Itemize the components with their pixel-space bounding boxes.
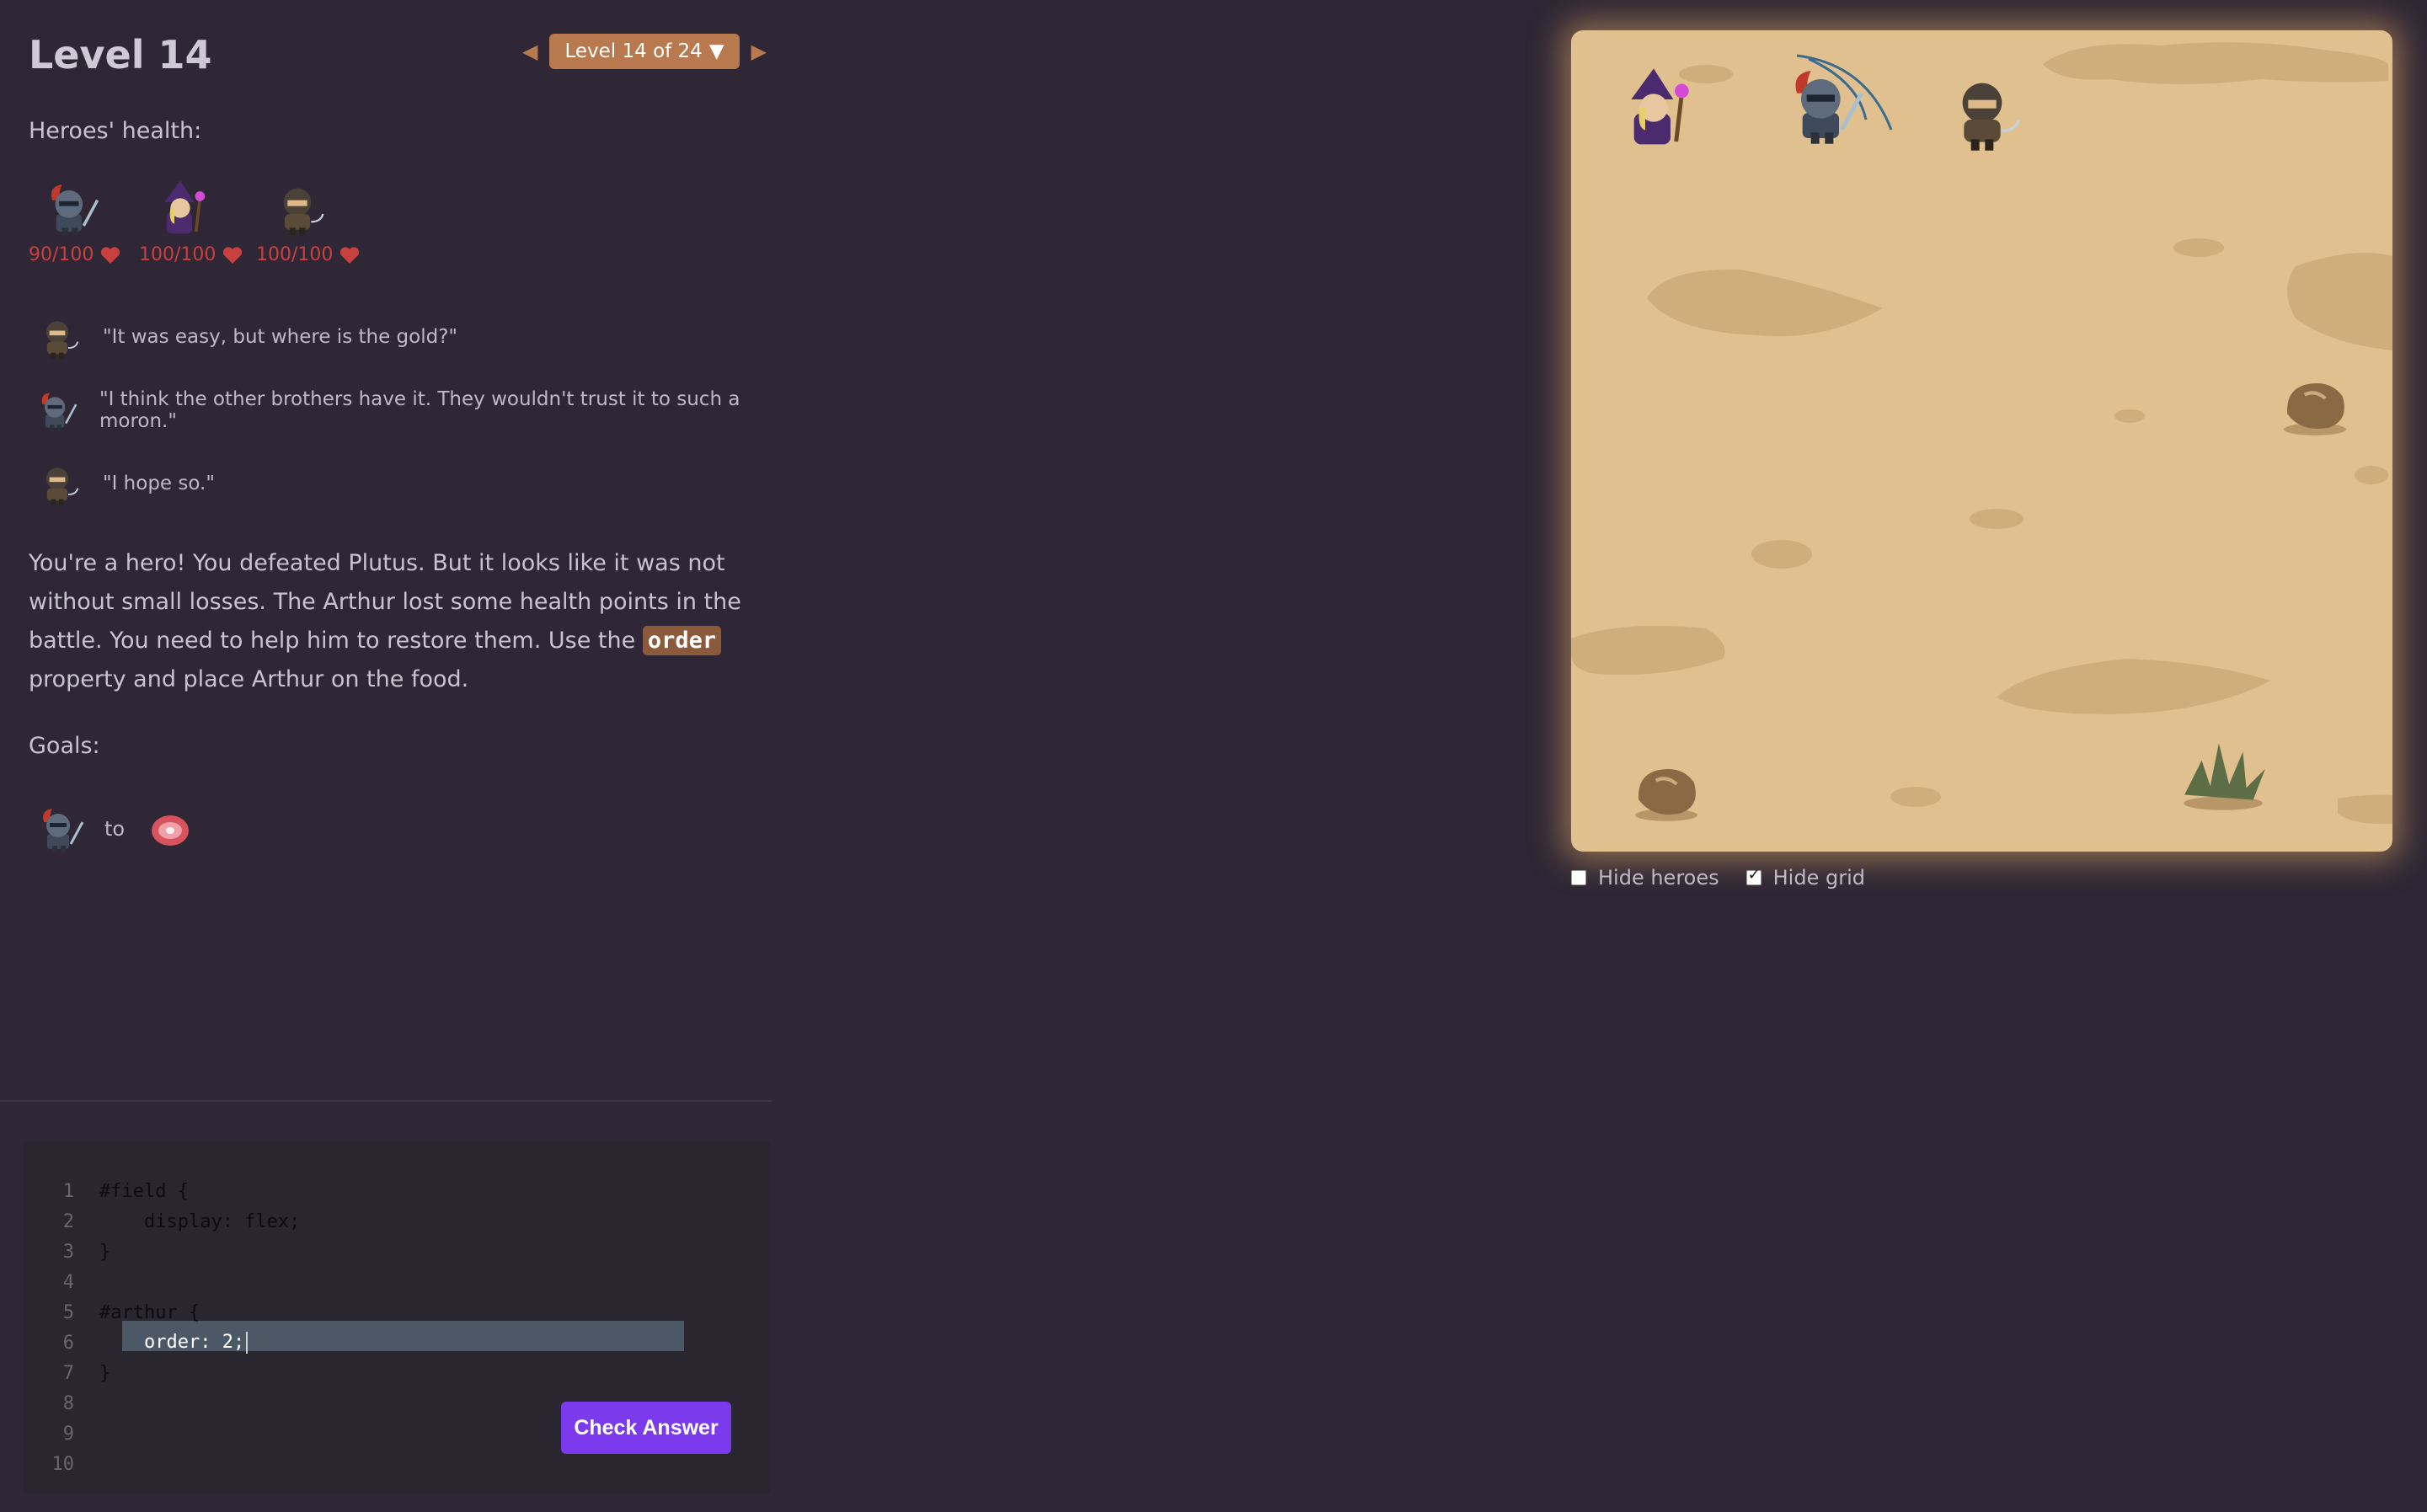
caret-down-icon: ▼: [708, 40, 724, 62]
checkbox-box[interactable]: [1745, 866, 1761, 885]
code-line[interactable]: 9: [24, 1419, 74, 1449]
hero-health-rogue: 100/100: [256, 179, 360, 265]
code-line[interactable]: 1 #field {: [24, 1176, 189, 1206]
level-description: You're a hero! You defeated Plutus. But …: [29, 550, 741, 692]
board-controls: Hide heroes Hide grid: [1571, 866, 1865, 890]
dialog-line: "It was easy, but where is the gold?": [34, 313, 457, 361]
goal-to-label: to: [104, 817, 126, 841]
code-line[interactable]: 5 #arthur {: [24, 1297, 200, 1328]
check-answer-button[interactable]: Check Answer: [561, 1402, 731, 1454]
dialog-text: "I hope so.": [103, 473, 215, 494]
level-title: Level 14: [29, 32, 212, 77]
text-cursor: [246, 1332, 249, 1354]
wizard-icon: [151, 179, 210, 238]
health-label: Heroes' health:: [29, 118, 202, 144]
rogue-icon: [34, 460, 81, 507]
code-keyword: order: [642, 626, 722, 655]
code-line[interactable]: 8: [24, 1388, 74, 1419]
meat-icon: [145, 804, 195, 854]
checkbox-box[interactable]: [1571, 870, 1586, 885]
rogue-icon: [1940, 69, 2024, 153]
hero-health-wizard: 100/100: [139, 179, 243, 265]
code-line[interactable]: 3}: [24, 1237, 111, 1267]
heart-icon: [222, 246, 243, 264]
hide-grid-checkbox[interactable]: Hide grid: [1745, 866, 1865, 890]
knight-icon: [34, 804, 84, 854]
health-value: 100/100: [139, 244, 217, 265]
wizard-icon: [1612, 66, 1696, 150]
knight-icon: [1780, 62, 1864, 147]
game-board: [1571, 30, 2392, 852]
rock-icon: [2280, 376, 2349, 436]
hide-heroes-checkbox[interactable]: Hide heroes: [1571, 866, 1719, 890]
rock-icon: [1632, 761, 1701, 822]
chevron-right-icon[interactable]: ▶: [751, 40, 767, 63]
bush-icon: [2176, 735, 2270, 812]
code-line[interactable]: 4: [24, 1267, 74, 1297]
health-value: 100/100: [256, 244, 334, 265]
divider: [0, 1100, 772, 1102]
level-selector-label: Level 14 of 24: [564, 40, 703, 62]
code-line[interactable]: 2 display: flex;: [24, 1206, 301, 1237]
goal-item: to: [34, 804, 195, 854]
dialog-text: "It was easy, but where is the gold?": [103, 326, 457, 348]
health-value: 90/100: [29, 244, 94, 265]
dialog-line: "I think the other brothers have it. The…: [34, 387, 772, 434]
level-selector[interactable]: Level 14 of 24 ▼: [549, 34, 740, 69]
desert-terrain: [1571, 42, 2392, 825]
code-line[interactable]: 7}: [24, 1358, 111, 1388]
dialog-text: "I think the other brothers have it. The…: [99, 388, 740, 432]
goals-label: Goals:: [29, 733, 100, 759]
heart-icon: [339, 246, 360, 264]
dialog-line: "I hope so.": [34, 460, 215, 507]
heart-icon: [100, 246, 120, 264]
code-line-active[interactable]: 6 order: 2;: [24, 1328, 249, 1358]
level-navigation: ◀ Level 14 of 24 ▼ ▶: [522, 34, 767, 69]
rogue-icon: [268, 179, 327, 238]
chevron-left-icon[interactable]: ◀: [522, 40, 537, 63]
knight-icon: [40, 179, 99, 238]
knight-icon: [34, 387, 78, 434]
hero-health-knight: 90/100: [29, 179, 120, 265]
code-line[interactable]: 10: [24, 1449, 75, 1479]
rogue-icon: [34, 313, 81, 361]
